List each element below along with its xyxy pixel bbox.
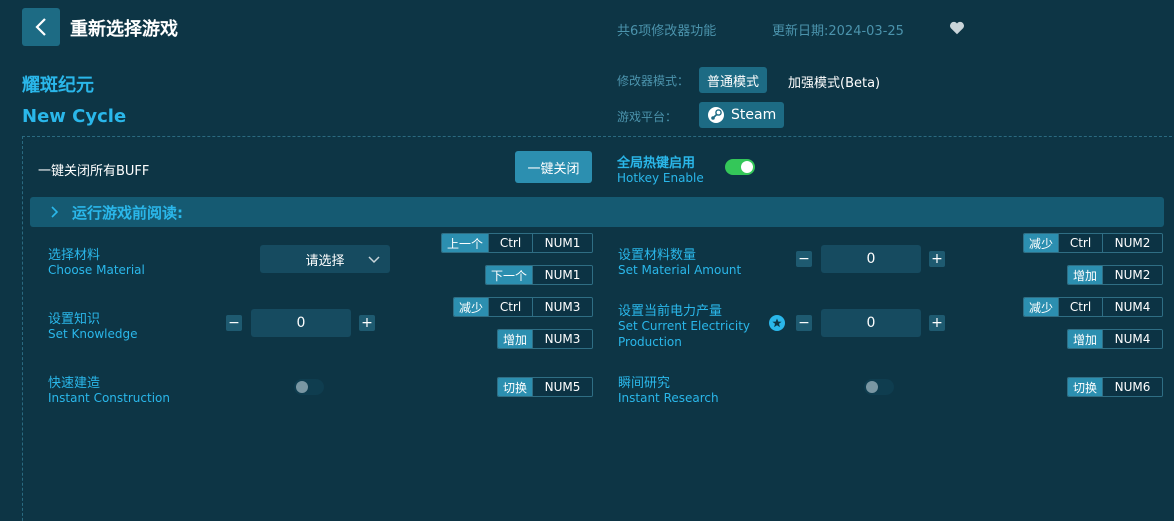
hotkey-key: NUM4 <box>1102 330 1163 348</box>
hotkey-tag: 增加 <box>498 330 533 348</box>
electricity-input[interactable]: 0 <box>821 309 921 337</box>
heart-icon[interactable] <box>948 19 966 37</box>
hotkey-key-modifier: Ctrl <box>488 298 533 316</box>
hotkey-key: NUM5 <box>532 378 593 396</box>
update-date: 更新日期:2024-03-25 <box>772 24 904 39</box>
close-all-label: 一键关闭所有BUFF <box>38 164 150 179</box>
choose-material-label-en: Choose Material <box>48 263 145 277</box>
hotkey-key: NUM3 <box>532 298 593 316</box>
electricity-label-en-line1: Set Current Electricity <box>618 319 751 333</box>
knowledge-increment-button[interactable]: + <box>359 315 375 331</box>
platform-name: Steam <box>731 107 777 123</box>
game-name-cn: 耀斑纪元 <box>22 75 94 96</box>
hotkey-tag: 切换 <box>1068 378 1103 396</box>
knowledge-label-cn: 设置知识 <box>48 312 101 327</box>
hotkey-enable-toggle[interactable] <box>725 159 755 175</box>
material-amount-label-en: Set Material Amount <box>618 263 742 277</box>
instant-research-label-cn: 瞬间研究 <box>618 376 671 391</box>
hotkey-tag: 减少 <box>454 298 489 316</box>
feature-count: 共6项修改器功能 <box>617 24 717 39</box>
chevron-right-icon <box>51 206 59 218</box>
star-icon[interactable] <box>769 315 785 331</box>
knowledge-dec-hotkey[interactable]: 减少 Ctrl NUM3 <box>453 297 594 317</box>
hotkey-key: NUM6 <box>1102 378 1163 396</box>
hotkey-key: NUM1 <box>532 234 593 252</box>
hotkey-key: NUM2 <box>1102 266 1163 284</box>
hotkey-tag: 切换 <box>498 378 533 396</box>
instant-construction-label-cn: 快速建造 <box>48 376 101 391</box>
choose-material-select[interactable]: 请选择 <box>260 245 390 273</box>
hotkey-tag: 增加 <box>1068 266 1103 284</box>
choose-material-label-cn: 选择材料 <box>48 248 101 263</box>
instant-construction-hotkey[interactable]: 切换 NUM5 <box>497 377 594 397</box>
instant-construction-toggle[interactable] <box>294 379 324 395</box>
read-before-run-text: 运行游戏前阅读: <box>72 203 183 222</box>
material-amount-label-cn: 设置材料数量 <box>618 248 697 263</box>
hotkey-key: NUM2 <box>1102 234 1163 252</box>
choose-material-next-hotkey[interactable]: 下一个 NUM1 <box>485 265 594 285</box>
choose-material-select-value: 请选择 <box>305 253 345 269</box>
knowledge-decrement-button[interactable]: − <box>226 315 242 331</box>
instant-research-toggle[interactable] <box>864 379 894 395</box>
options-panel <box>22 136 1174 521</box>
material-amount-input[interactable]: 0 <box>821 245 921 273</box>
choose-material-prev-hotkey[interactable]: 上一个 Ctrl NUM1 <box>441 233 594 253</box>
hotkey-tag: 减少 <box>1024 234 1059 252</box>
chevron-down-icon <box>368 256 380 264</box>
steam-icon <box>708 107 724 123</box>
electricity-inc-hotkey[interactable]: 增加 NUM4 <box>1067 329 1164 349</box>
star-glyph-icon <box>772 318 782 328</box>
electricity-increment-button[interactable]: + <box>929 315 945 331</box>
electricity-decrement-button[interactable]: − <box>796 315 812 331</box>
back-button[interactable] <box>22 8 60 46</box>
hotkey-key: NUM3 <box>532 330 593 348</box>
mode-beta-button[interactable]: 加强模式(Beta) <box>788 72 880 91</box>
platform-button[interactable]: Steam <box>699 102 785 128</box>
platform-label: 游戏平台： <box>617 110 678 124</box>
material-amount-dec-hotkey[interactable]: 减少 Ctrl NUM2 <box>1023 233 1164 253</box>
hotkey-key-modifier: Ctrl <box>1058 234 1103 252</box>
read-before-run-bar[interactable]: 运行游戏前阅读: <box>30 197 1164 227</box>
page-title: 重新选择游戏 <box>70 19 178 40</box>
material-amount-decrement-button[interactable]: − <box>796 251 812 267</box>
hotkey-key-modifier: Ctrl <box>1058 298 1103 316</box>
instant-research-label-en: Instant Research <box>618 391 719 405</box>
hotkey-tag: 下一个 <box>486 266 533 284</box>
mode-normal-button[interactable]: 普通模式 <box>699 67 768 93</box>
hotkey-tag: 上一个 <box>442 234 489 252</box>
hotkey-enable-label-en: Hotkey Enable <box>617 171 704 185</box>
hotkey-key-modifier: Ctrl <box>488 234 533 252</box>
hotkey-enable-label-cn: 全局热键启用 <box>617 156 696 171</box>
electricity-dec-hotkey[interactable]: 减少 Ctrl NUM4 <box>1023 297 1164 317</box>
electricity-label-en-line2: Production <box>618 335 682 349</box>
material-amount-increment-button[interactable]: + <box>929 251 945 267</box>
material-amount-inc-hotkey[interactable]: 增加 NUM2 <box>1067 265 1164 285</box>
knowledge-inc-hotkey[interactable]: 增加 NUM3 <box>497 329 594 349</box>
knowledge-label-en: Set Knowledge <box>48 327 138 341</box>
hotkey-key: NUM4 <box>1102 298 1163 316</box>
hotkey-tag: 减少 <box>1024 298 1059 316</box>
knowledge-input[interactable]: 0 <box>251 309 351 337</box>
electricity-label-cn: 设置当前电力产量 <box>618 304 723 319</box>
instant-research-hotkey[interactable]: 切换 NUM6 <box>1067 377 1164 397</box>
hotkey-tag: 增加 <box>1068 330 1103 348</box>
hotkey-key: NUM1 <box>532 266 593 284</box>
instant-construction-label-en: Instant Construction <box>48 391 170 405</box>
game-name-en: New Cycle <box>22 106 127 127</box>
chevron-left-icon <box>35 18 46 36</box>
close-all-button[interactable]: 一键关闭 <box>515 151 592 183</box>
mode-label: 修改器模式： <box>617 74 690 88</box>
